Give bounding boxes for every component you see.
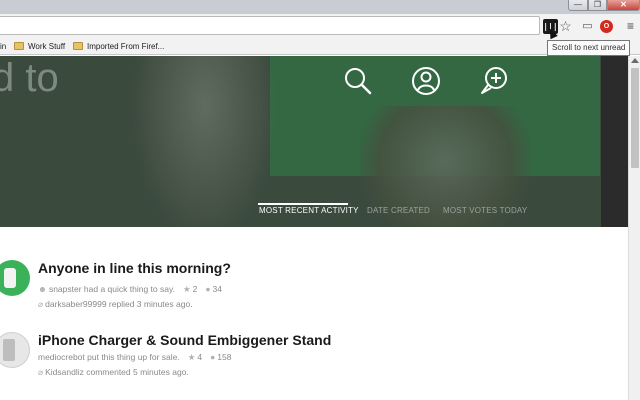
hero-title: d to: [0, 56, 59, 100]
item-activity-line: darksaber99999 replied 3 minutes ago.: [45, 299, 193, 309]
bookmark-label: Imported From Firef...: [87, 42, 165, 51]
tab-most-votes-today[interactable]: MOST VOTES TODAY: [443, 206, 527, 215]
comment-icon: ●: [205, 284, 211, 294]
address-bar[interactable]: [0, 16, 540, 35]
bookmark-partial[interactable]: in: [0, 41, 6, 52]
tag-icon: ⌀: [38, 299, 44, 309]
item-author-line: mediocrebot put this thing up for sale.: [38, 352, 180, 362]
vertical-scrollbar[interactable]: [628, 56, 640, 400]
comment-icon: ●: [210, 352, 216, 362]
cast-icon[interactable]: ▭: [580, 19, 595, 34]
comment-count: 34: [212, 284, 222, 294]
item-meta: ☻ snapster had a quick thing to say. ★ 2 ● 34: [38, 284, 222, 295]
bookmark-imported-firefox[interactable]: Imported From Firef...: [73, 41, 164, 52]
folder-icon: [73, 42, 83, 50]
hero-edge: [601, 56, 628, 227]
folder-icon: [14, 42, 24, 50]
window-titlebar: — ❐ ✕: [0, 0, 640, 14]
item-activity: ⌀ darksaber99999 replied 3 minutes ago.: [38, 299, 193, 310]
item-author-line: snapster had a quick thing to say.: [48, 284, 175, 294]
item-activity-line: Kidsandliz commented 5 minutes ago.: [45, 367, 189, 377]
bookmarks-bar: in Work Stuff Imported From Firef...: [0, 37, 640, 55]
profile-icon[interactable]: [410, 65, 442, 97]
active-tab-underline: [258, 203, 348, 205]
close-button[interactable]: ✕: [607, 0, 640, 11]
adblock-icon[interactable]: O: [600, 20, 613, 33]
avatar[interactable]: [0, 260, 30, 296]
item-activity: ⌀ Kidsandliz commented 5 minutes ago.: [38, 367, 189, 378]
vote-count: 2: [192, 284, 198, 294]
item-title[interactable]: Anyone in line this morning?: [38, 260, 231, 276]
hero-illustration-figure: [130, 56, 280, 227]
sort-tabs: MOST RECENT ACTIVITY DATE CREATED MOST V…: [0, 206, 628, 222]
avatar[interactable]: [0, 332, 30, 368]
comment-count: 158: [217, 352, 232, 362]
new-post-icon[interactable]: [478, 65, 510, 97]
scroll-up-arrow-icon[interactable]: [631, 58, 639, 63]
extension-tooltip: Scroll to next unread: [547, 40, 631, 56]
minimize-button[interactable]: —: [568, 0, 588, 11]
vote-count: 4: [197, 352, 203, 362]
maximize-button[interactable]: ❐: [588, 0, 607, 11]
star-icon: ★: [182, 284, 191, 294]
tab-date-created[interactable]: DATE CREATED: [367, 206, 430, 215]
tab-most-recent-activity[interactable]: MOST RECENT ACTIVITY: [259, 206, 359, 215]
item-title[interactable]: iPhone Charger & Sound Embiggener Stand: [38, 332, 331, 348]
browser-toolbar: ||| ☆ ▭ O ≡: [0, 14, 640, 37]
bookmark-work-stuff[interactable]: Work Stuff: [14, 41, 65, 52]
chrome-menu-icon[interactable]: ≡: [623, 19, 638, 34]
scrollbar-thumb[interactable]: [631, 68, 639, 168]
search-icon[interactable]: [342, 65, 374, 97]
item-meta: mediocrebot put this thing up for sale. ★…: [38, 352, 231, 363]
star-icon: ★: [187, 352, 196, 362]
bookmark-star-icon[interactable]: ☆: [558, 19, 573, 34]
user-icon: ☻: [38, 284, 47, 294]
page-content: d to MOST RECENT ACTIVITY DATE CREATED M…: [0, 56, 628, 400]
tag-icon: ⌀: [38, 367, 44, 377]
hero-banner: d to MOST RECENT ACTIVITY DATE CREATED M…: [0, 56, 628, 227]
bookmark-label: Work Stuff: [28, 42, 66, 51]
